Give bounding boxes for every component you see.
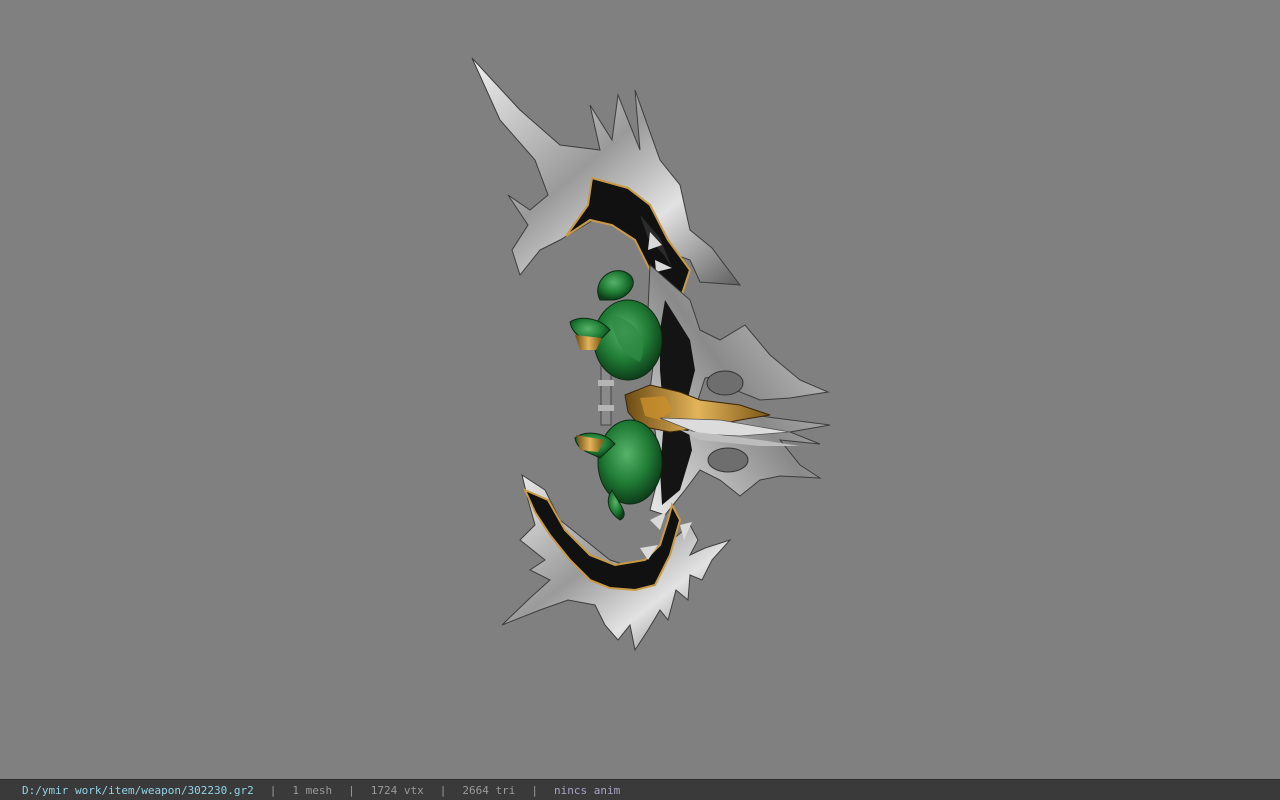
- status-separator: |: [348, 783, 355, 797]
- green-snake-upper: [569, 270, 663, 381]
- triangle-count-label: 2664 tri: [462, 783, 516, 797]
- status-separator: |: [269, 783, 277, 797]
- animation-status-label: nincs anim: [554, 783, 621, 797]
- status-bar: D:/ymir work/item/weapon/302230.gr2 | 1 …: [0, 779, 1280, 800]
- vertex-count-label: 1724 vtx: [370, 783, 424, 797]
- file-path-label: D:/ymir work/item/weapon/302230.gr2: [22, 783, 254, 797]
- 3d-viewport[interactable]: [0, 0, 1280, 779]
- status-separator: |: [439, 783, 447, 797]
- mesh-count-label: 1 mesh: [292, 783, 333, 797]
- bow-weapon-model: [471, 57, 831, 652]
- status-separator: |: [531, 783, 539, 797]
- green-snake-lower: [574, 419, 663, 521]
